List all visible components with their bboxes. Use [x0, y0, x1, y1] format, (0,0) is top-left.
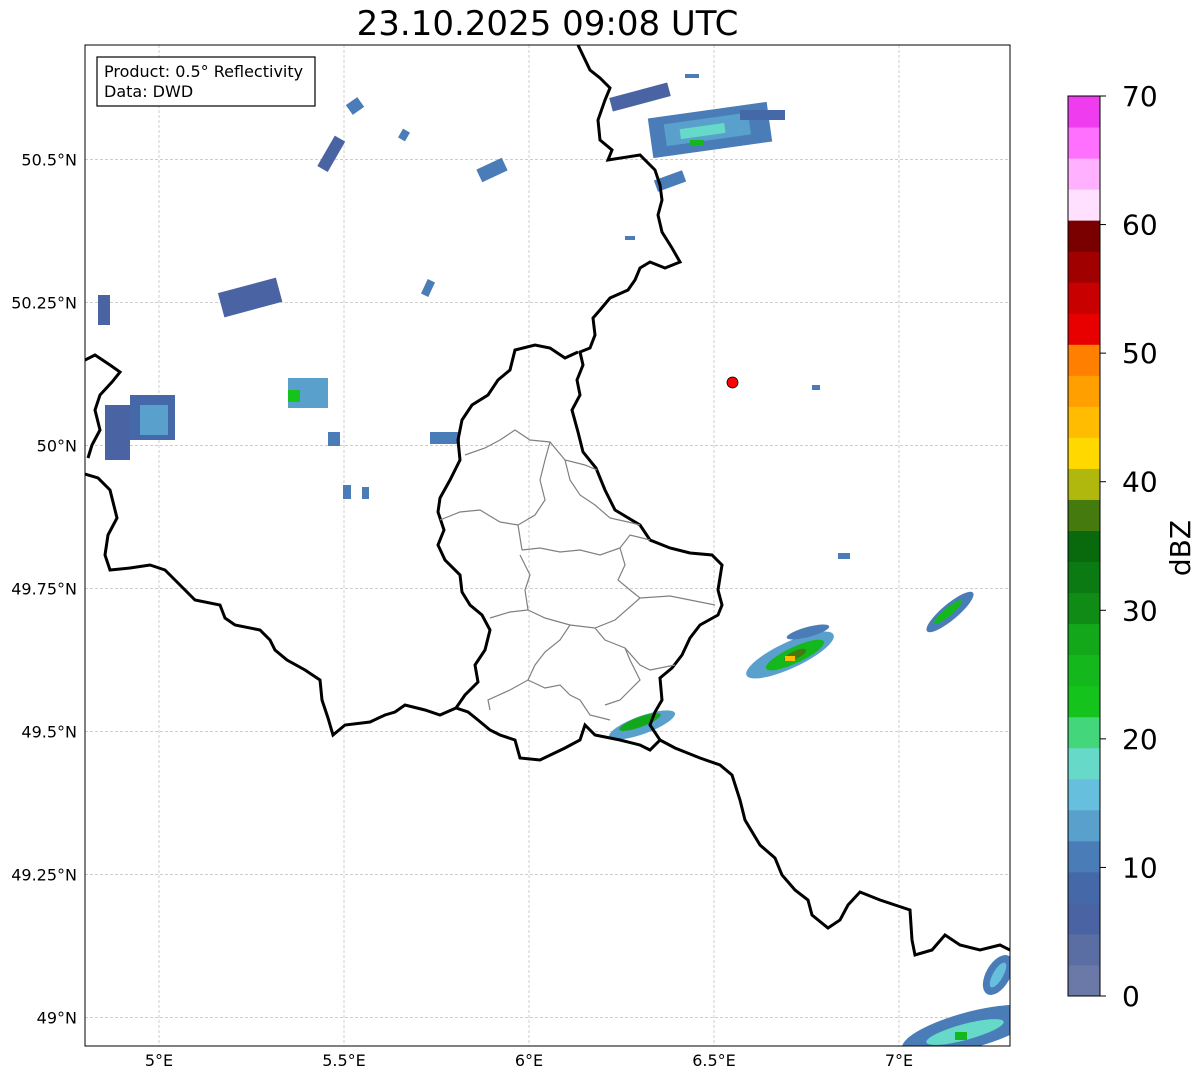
colorbar-segment: [1068, 499, 1100, 531]
info-product: Product: 0.5° Reflectivity: [104, 62, 303, 81]
x-tick-label: 7°E: [885, 1051, 913, 1070]
y-tick-label: 49.5°N: [21, 722, 77, 741]
y-tick-label: 49°N: [37, 1008, 77, 1027]
x-tick-label: 6°E: [515, 1051, 543, 1070]
colorbar-tick-label: 70: [1122, 80, 1158, 113]
y-tick-label: 49.75°N: [11, 579, 77, 598]
colorbar-segment: [1068, 96, 1100, 128]
radar-map: 5°E 5.5°E 6°E 6.5°E 7°E 49°N 49.25°N 49.5°N 49.…: [11, 44, 1197, 1070]
colorbar-tick-label: 50: [1122, 337, 1158, 370]
colorbar-segment: [1068, 344, 1100, 376]
colorbar-tick-label: 20: [1122, 723, 1158, 756]
colorbar-segment: [1068, 282, 1100, 314]
colorbar-segment: [1068, 561, 1100, 594]
colorbar-segment: [1068, 964, 1100, 997]
y-axis-tick-labels: 49°N 49.25°N 49.5°N 49.75°N 50°N 50.25°N 50.5°…: [11, 150, 77, 1027]
colorbar-segment: [1068, 406, 1100, 438]
colorbar-segment: [1068, 809, 1100, 842]
colorbar-segment: [1068, 127, 1100, 159]
colorbar-unit-label: dBZ: [1164, 520, 1197, 576]
y-tick-label: 49.25°N: [11, 865, 77, 884]
y-tick-label: 50.25°N: [11, 293, 77, 312]
x-axis-tick-labels: 5°E 5.5°E 6°E 6.5°E 7°E: [145, 1051, 913, 1070]
info-box: Product: 0.5° Reflectivity Data: DWD: [96, 56, 316, 107]
colorbar-segment: [1068, 902, 1100, 935]
colorbar-segment: [1068, 654, 1100, 687]
x-tick-label: 5.5°E: [322, 1051, 366, 1070]
colorbar-segment: [1068, 716, 1100, 749]
radar-site-marker: [726, 376, 739, 389]
colorbar-segment: [1068, 871, 1100, 904]
colorbar-segment: [1068, 313, 1100, 345]
colorbar-segment: [1068, 592, 1100, 625]
colorbar: 0 10 20 30 40 50 60 70: [1067, 80, 1158, 1013]
colorbar-segment: [1068, 468, 1100, 500]
colorbar-segment: [1068, 933, 1100, 966]
colorbar-segment: [1068, 158, 1100, 190]
colorbar-tick-label: 60: [1122, 209, 1158, 242]
colorbar-segment: [1068, 375, 1100, 407]
colorbar-tick-label: 40: [1122, 466, 1158, 499]
colorbar-segment: [1068, 251, 1100, 283]
y-tick-label: 50°N: [37, 436, 77, 455]
colorbar-tick-label: 10: [1122, 851, 1158, 884]
x-tick-label: 6.5°E: [692, 1051, 736, 1070]
colorbar-segment: [1068, 778, 1100, 811]
colorbar-segment: [1068, 220, 1100, 252]
colorbar-segment: [1068, 685, 1100, 718]
colorbar-segment: [1068, 189, 1100, 221]
colorbar-segment: [1068, 623, 1100, 656]
colorbar-segment: [1068, 747, 1100, 780]
y-tick-label: 50.5°N: [21, 150, 77, 169]
colorbar-segment: [1068, 530, 1100, 563]
colorbar-segment: [1068, 437, 1100, 469]
colorbar-tick-label: 0: [1122, 980, 1140, 1013]
x-tick-label: 5°E: [145, 1051, 173, 1070]
colorbar-tick-label: 30: [1122, 594, 1158, 627]
info-data-source: Data: DWD: [104, 82, 193, 101]
colorbar-segment: [1068, 840, 1100, 873]
